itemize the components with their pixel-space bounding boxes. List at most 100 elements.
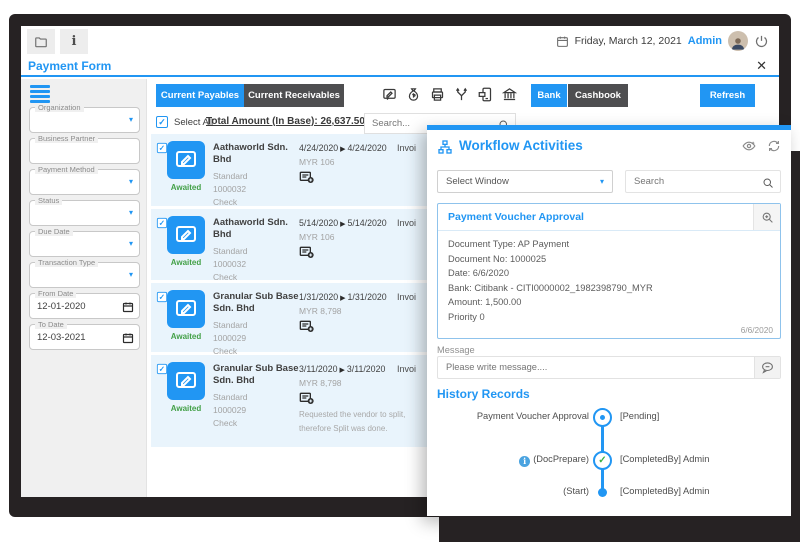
row-checkbox[interactable]: ✓ [156, 363, 168, 375]
person-icon [732, 38, 744, 50]
visibility-icon[interactable] [742, 139, 756, 153]
row-amount: MYR 106 [299, 157, 335, 167]
row-dates: 4/24/2020 ▶ 4/24/2020 [299, 143, 387, 153]
info-button[interactable]: i [60, 29, 88, 54]
row-checkbox[interactable]: ✓ [156, 142, 168, 154]
chevron-down-icon: ▾ [128, 208, 133, 217]
zoom-in-icon [762, 212, 773, 223]
doc-no: Document No: 1000025 [448, 253, 547, 264]
check-icon: ✓ [158, 292, 166, 301]
timeline-item-start: (Start) [CompletedBy] Admin [563, 486, 710, 497]
page-title: Payment Form [28, 59, 112, 73]
filter-payment-method[interactable]: Payment Method ▾ [29, 165, 140, 195]
user-menu[interactable]: Admin [688, 35, 722, 47]
document-add-icon[interactable] [299, 244, 315, 265]
folder-button[interactable] [27, 29, 55, 54]
print-icon[interactable] [430, 87, 445, 102]
payment-note-icon[interactable] [382, 87, 397, 102]
row-dates: 1/31/2020 ▶ 1/31/2020 [299, 292, 387, 302]
select-window-dropdown[interactable]: Select Window ▾ [437, 170, 613, 193]
partner-name: Aathaworld Sdn. Bhd [213, 217, 288, 241]
avatar[interactable] [728, 31, 748, 51]
workflow-search-input[interactable] [634, 176, 754, 187]
row-reference: Invoi [397, 364, 417, 374]
row-dates: 5/14/2020 ▶ 5/14/2020 [299, 218, 387, 228]
partner-name: Granular Sub Base Sdn. Bhd [213, 291, 299, 315]
check-icon: ✓ [158, 116, 166, 127]
bank-icon[interactable] [502, 87, 517, 102]
refresh-button[interactable]: Refresh [700, 84, 755, 107]
status-badge: Awaited [170, 258, 202, 267]
tab-current-payables[interactable]: Current Payables [156, 84, 244, 107]
zoom-in-button[interactable] [753, 204, 780, 230]
message-input[interactable] [446, 362, 736, 372]
row-dates: 3/11/2020 ▶ 3/11/2020 [299, 364, 386, 374]
select-all-checkbox[interactable]: ✓ [156, 116, 168, 128]
mobile-payment-icon[interactable] [478, 87, 493, 102]
calendar-icon[interactable] [122, 300, 134, 318]
money-bag-icon[interactable] [406, 87, 421, 102]
filter-due-date[interactable]: Due Date ▾ [29, 227, 140, 257]
action-icons [382, 87, 517, 102]
row-checkbox[interactable]: ✓ [156, 217, 168, 229]
history-records-title: History Records [437, 387, 530, 401]
search-icon[interactable] [762, 176, 774, 194]
from-date-input[interactable] [37, 301, 117, 312]
panel-header-actions [742, 139, 781, 153]
filter-status[interactable]: Status ▾ [29, 196, 140, 226]
document-add-icon[interactable] [299, 318, 315, 339]
close-icon[interactable]: ✕ [756, 58, 767, 74]
message-box [437, 356, 781, 379]
chevron-down-icon: ▾ [599, 177, 604, 186]
card-date: 6/6/2020 [740, 325, 773, 335]
approval-card-details: Document Type: AP Payment Document No: 1… [438, 231, 780, 322]
approval-card-title: Payment Voucher Approval [448, 211, 584, 223]
row-details: Standard 1000032 Check [213, 171, 248, 208]
approval-card[interactable]: Payment Voucher Approval Document Type: … [437, 203, 781, 339]
panel-title: Workflow Activities [459, 138, 583, 153]
timeline-item-docprepare: i (DocPrepare) ✓ [CompletedBy] Admin [427, 451, 791, 470]
row-checkbox[interactable]: ✓ [156, 291, 168, 303]
row-amount: MYR 8,798 [299, 378, 342, 388]
doc-bank: Bank: Citibank - CITI0000002_1982398790_… [448, 282, 653, 293]
row-amount: MYR 106 [299, 232, 335, 242]
to-date-input[interactable] [37, 332, 117, 343]
send-message-button[interactable] [754, 357, 780, 378]
row-note: Requested the vendor to split, therefore… [299, 410, 406, 433]
top-toolbar: i Friday, March 12, 2021 Admin [21, 26, 779, 56]
cashbook-button[interactable]: Cashbook [568, 84, 628, 107]
bank-button[interactable]: Bank [531, 84, 567, 107]
start-node-icon [598, 488, 607, 497]
timeline-item-pending: Payment Voucher Approval [Pending] [427, 408, 791, 427]
tab-current-receivables[interactable]: Current Receivables [244, 84, 344, 107]
pending-node-icon [593, 408, 612, 427]
calendar-icon[interactable] [122, 331, 134, 349]
status-badge: Awaited [170, 183, 202, 192]
document-add-icon[interactable] [299, 169, 315, 190]
info-icon[interactable]: i [519, 455, 531, 467]
filter-transaction-type[interactable]: Transaction Type ▾ [29, 258, 140, 288]
split-icon[interactable] [454, 87, 469, 102]
row-reference: Invoi [397, 218, 417, 228]
completed-node-icon: ✓ [593, 451, 612, 470]
chevron-down-icon: ▾ [128, 115, 133, 124]
row-amount: MYR 8,798 [299, 306, 342, 316]
payment-note-icon [167, 290, 205, 328]
title-row: Payment Form ✕ [21, 56, 779, 77]
chevron-down-icon: ▾ [128, 239, 133, 248]
filter-organization[interactable]: Organization ▾ [29, 103, 140, 133]
header-right: Friday, March 12, 2021 Admin [556, 26, 769, 56]
power-icon[interactable] [754, 34, 769, 49]
doc-type: Document Type: AP Payment [448, 239, 570, 249]
row-reference: Invoi [397, 292, 417, 302]
current-date: Friday, March 12, 2021 [574, 35, 682, 47]
partner-name: Aathaworld Sdn. Bhd [213, 142, 288, 166]
row-reference: Invoi [397, 143, 417, 153]
status-badge: Awaited [170, 332, 202, 341]
chat-bubble-icon [762, 362, 773, 374]
refresh-icon[interactable] [767, 139, 781, 153]
filter-business-partner[interactable]: Business Partner [29, 134, 140, 164]
arrow-right-icon: ▶ [339, 367, 345, 374]
workflow-activities-panel: Workflow Activities Select Window ▾ Paym… [427, 125, 791, 516]
menu-icon[interactable] [30, 85, 50, 105]
